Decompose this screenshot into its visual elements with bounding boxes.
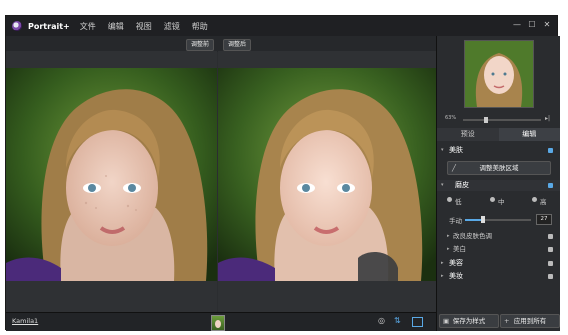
view-toolbar — [6, 36, 436, 52]
right-panel: 63% ▸| 预设 编辑 ▾ 美肤 ╱ 调整美肤区域 ▾ 磨皮 低 中 高 手动… — [436, 36, 560, 331]
toggle-makeup[interactable] — [548, 274, 553, 279]
split-view-icon[interactable] — [412, 317, 423, 327]
toggle-smoothing[interactable] — [548, 183, 553, 188]
apply-all-button[interactable]: + 应用到所有 — [500, 314, 560, 328]
menu-edit[interactable]: 编辑 — [108, 21, 124, 32]
maximize-icon[interactable]: ☐ — [526, 19, 538, 31]
before-label[interactable]: 调整前 — [186, 39, 215, 51]
compare-icon[interactable]: ◎ — [378, 316, 388, 326]
minimize-icon[interactable]: — — [511, 19, 523, 31]
app-name: Portrait+ — [28, 21, 70, 31]
app-window: Portrait+ 文件 编辑 视图 滤镜 帮助 — ☐ ✕ 调整前 调整后 K… — [5, 15, 560, 331]
sync-icon[interactable]: ⇅ — [394, 316, 404, 326]
expand-icon: ▸ — [441, 273, 444, 279]
expand-icon: ▸ — [441, 260, 444, 266]
close-icon[interactable]: ✕ — [541, 19, 553, 31]
after-view[interactable] — [218, 51, 436, 312]
manual-value-field[interactable]: 27 — [536, 214, 552, 225]
smooth-level-options: 低 中 高 — [437, 196, 560, 206]
save-template-button[interactable]: ▣ 保存为样式 — [439, 314, 499, 328]
zoom-control: 63% ▸| — [445, 115, 550, 123]
save-icon: ▣ — [443, 317, 450, 325]
subsection-smoothing[interactable]: ▾ 磨皮 — [437, 180, 560, 191]
radio-low[interactable] — [447, 197, 452, 202]
section-beauty-skin[interactable]: ▾ 美肤 — [437, 145, 560, 156]
navigator-thumbnail[interactable] — [464, 40, 534, 108]
before-view[interactable] — [6, 51, 217, 312]
after-photo — [218, 68, 436, 281]
expand-icon: ▸ — [447, 233, 450, 239]
toggle-whitening[interactable] — [548, 247, 553, 252]
zoom-slider-thumb[interactable] — [484, 117, 489, 123]
collapse-icon: ▾ — [441, 182, 444, 188]
toggle-beauty-features[interactable] — [548, 261, 553, 266]
after-label[interactable]: 调整后 — [223, 39, 252, 51]
panel-tabs: 预设 编辑 — [437, 128, 560, 141]
zoom-value: 63% — [445, 115, 457, 121]
brush-icon: ╱ — [452, 164, 456, 172]
item-whitening[interactable]: ▸ 美白 — [437, 244, 560, 255]
menu-filter[interactable]: 滤镜 — [164, 21, 180, 32]
manual-slider-row: 手动 27 — [437, 214, 560, 225]
tab-presets[interactable]: 预设 — [437, 128, 499, 141]
menu-help[interactable]: 帮助 — [192, 21, 208, 32]
zoom-track[interactable] — [463, 119, 541, 121]
title-bar: Portrait+ 文件 编辑 视图 滤镜 帮助 — ☐ ✕ — [6, 16, 557, 36]
expand-icon: ▸ — [447, 246, 450, 252]
menu-bar: 文件 编辑 视图 滤镜 帮助 — [80, 21, 220, 32]
before-photo — [6, 68, 217, 281]
section-beauty[interactable]: ▸ 美容 — [437, 258, 560, 269]
radio-high[interactable] — [532, 197, 537, 202]
app-logo-icon — [12, 21, 22, 31]
tab-edit[interactable]: 编辑 — [498, 128, 560, 141]
plus-icon: + — [504, 317, 510, 325]
item-skin-tone[interactable]: ▸ 改良皮肤色调 — [437, 231, 560, 242]
toggle-skin-tone[interactable] — [548, 234, 553, 239]
menu-file[interactable]: 文件 — [80, 21, 96, 32]
menu-view[interactable]: 视图 — [136, 21, 152, 32]
bottom-bar: Kamila1 ◎ ⇅ — [6, 312, 436, 331]
section-makeup[interactable]: ▸ 美妆 — [437, 271, 560, 282]
manual-slider-thumb[interactable] — [480, 216, 485, 223]
adjust-skin-area-button[interactable]: ╱ 调整美肤区域 — [447, 161, 551, 175]
zoom-fit-icon[interactable]: ▸| — [545, 115, 550, 122]
portrait-image-after — [218, 68, 436, 281]
filename: Kamila1 — [12, 317, 39, 325]
filmstrip-thumbnail[interactable] — [211, 315, 225, 331]
window-controls: — ☐ ✕ — [508, 19, 553, 31]
toggle-beauty[interactable] — [548, 148, 553, 153]
radio-medium[interactable] — [490, 197, 495, 202]
collapse-icon: ▾ — [441, 147, 444, 153]
portrait-image-before — [6, 68, 217, 281]
